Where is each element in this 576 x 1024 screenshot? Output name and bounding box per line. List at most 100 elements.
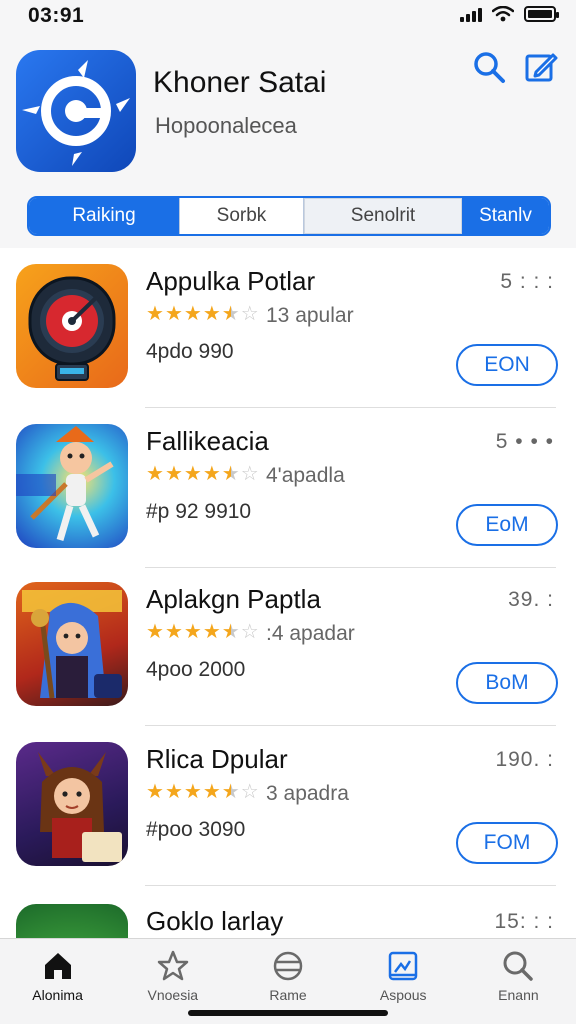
- signal-icon: [460, 6, 482, 22]
- star-empty-icon: ☆: [240, 463, 259, 485]
- segment-senolrit[interactable]: Senolrit: [304, 198, 462, 234]
- app-thumbnail: [16, 904, 128, 938]
- app-title: Fallikeacia: [146, 426, 269, 456]
- divider: [145, 885, 556, 886]
- app-thumbnail: [16, 424, 128, 548]
- app-price: #poo 3090: [146, 818, 246, 841]
- star-rating: ★ ★ ★ ★ ★ ☆: [146, 622, 259, 642]
- star-icon: ★: [183, 781, 202, 803]
- page-title: Khoner Satai: [153, 66, 327, 99]
- app-logo: [16, 50, 136, 172]
- app-title: Appulka Potlar: [146, 266, 316, 296]
- home-indicator[interactable]: [188, 1010, 388, 1016]
- star-icon: [157, 950, 189, 981]
- character-icon: [38, 752, 122, 862]
- character-icon: [22, 590, 122, 699]
- app-meta: 15: : :: [494, 910, 554, 933]
- home-icon: [44, 953, 71, 979]
- app-meta: 190. :: [495, 748, 554, 771]
- star-half-icon: ★: [221, 303, 240, 325]
- app-price: 4poo 2000: [146, 658, 246, 681]
- star-icon: ★: [146, 463, 164, 485]
- app-title: Aplakgn Paptla: [146, 584, 321, 614]
- star-rating: ★ ★ ★ ★ ★ ☆: [146, 782, 259, 802]
- app-meta: 39. :: [508, 588, 554, 611]
- app-thumbnail: [16, 264, 128, 388]
- list-item[interactable]: Appulka Potlar 5 : : : ★ ★ ★ ★ ★ ☆ 13 ap…: [0, 248, 576, 408]
- star-icon: ★: [164, 303, 183, 325]
- star-icon: ★: [202, 303, 221, 325]
- star-icon: ★: [146, 303, 164, 325]
- rating-count: 3 apadra: [266, 782, 349, 805]
- status-bar: 03:91: [0, 0, 576, 36]
- app-title: Goklo larlay: [146, 906, 284, 936]
- app-price: 4pdo 990: [146, 340, 234, 363]
- segmented-control: Raiking Sorbk Senolrit Stanlv: [27, 196, 551, 236]
- rating-count: 13 apular: [266, 304, 354, 327]
- search-icon: [503, 951, 534, 981]
- star-icon: ★: [183, 463, 202, 485]
- rating-count: :4 apadar: [266, 622, 355, 645]
- tab-label: Aspous: [379, 987, 427, 1003]
- app-list: Appulka Potlar 5 : : : ★ ★ ★ ★ ★ ☆ 13 ap…: [0, 248, 576, 938]
- tab-bar: Alonima Vnoesia Rame Aspous Enann: [0, 938, 576, 1024]
- get-button[interactable]: FOM: [456, 822, 558, 864]
- apps-icon: [388, 951, 418, 981]
- gauge-icon: [28, 276, 116, 381]
- tab-enann[interactable]: Enann: [461, 939, 576, 1024]
- page-subtitle: Hopoonalecea: [155, 113, 297, 138]
- header: Khoner Satai Hopoonalecea Raiking Sorbk …: [0, 36, 576, 248]
- tab-alonima[interactable]: Alonima: [0, 939, 115, 1024]
- segment-sorbk[interactable]: Sorbk: [180, 198, 304, 234]
- battery-icon: [524, 6, 559, 22]
- star-half-icon: ★: [221, 463, 240, 485]
- star-icon: ★: [164, 781, 183, 803]
- star-icon: ★: [183, 303, 202, 325]
- star-icon: ★: [183, 621, 202, 643]
- star-empty-icon: ☆: [240, 781, 259, 803]
- get-button[interactable]: EON: [456, 344, 558, 386]
- list-item[interactable]: Goklo larlay 15: : :: [0, 888, 576, 938]
- segment-raiking[interactable]: Raiking: [29, 198, 180, 234]
- segment-stanlv[interactable]: Stanlv: [462, 198, 549, 234]
- app-meta: 5 : : :: [500, 270, 554, 293]
- star-icon: ★: [202, 463, 221, 485]
- app-title: Rlica Dpular: [146, 744, 288, 774]
- star-icon: ★: [146, 781, 164, 803]
- app-logo-icon: [22, 60, 130, 166]
- layers-icon: [273, 951, 303, 981]
- rating-count: 4'apadla: [266, 464, 345, 487]
- search-button[interactable]: [472, 50, 506, 84]
- app-price: #p 92 9910: [146, 500, 252, 523]
- app-thumbnail: [16, 742, 128, 866]
- star-icon: ★: [164, 621, 183, 643]
- star-rating: ★ ★ ★ ★ ★ ☆: [146, 464, 259, 484]
- app-thumbnail: [16, 582, 128, 706]
- star-icon: ★: [164, 463, 183, 485]
- star-icon: ★: [146, 621, 164, 643]
- star-empty-icon: ☆: [240, 621, 259, 643]
- status-icons: [460, 6, 559, 22]
- get-button[interactable]: EoM: [456, 504, 558, 546]
- list-item[interactable]: Rlica Dpular 190. : ★ ★ ★ ★ ★ ☆ 3 apadra…: [0, 726, 576, 886]
- star-half-icon: ★: [221, 781, 240, 803]
- compose-icon: [525, 53, 558, 82]
- compose-button[interactable]: [524, 50, 558, 84]
- star-rating: ★ ★ ★ ★ ★ ☆: [146, 304, 259, 324]
- tab-label: Rame: [269, 987, 307, 1003]
- search-icon: [474, 52, 505, 83]
- app-meta: 5 • • •: [495, 430, 554, 453]
- status-time: 03:91: [28, 4, 85, 27]
- get-button[interactable]: BoM: [456, 662, 558, 704]
- tab-label: Alonima: [32, 987, 83, 1003]
- star-icon: ★: [202, 621, 221, 643]
- wifi-icon: [492, 6, 514, 22]
- tab-label: Enann: [498, 987, 539, 1003]
- list-item[interactable]: Fallikeacia 5 • • • ★ ★ ★ ★ ★ ☆ 4'apadla…: [0, 408, 576, 568]
- list-item[interactable]: Aplakgn Paptla 39. : ★ ★ ★ ★ ★ ☆ :4 apad…: [0, 566, 576, 726]
- character-icon: [16, 426, 114, 541]
- star-icon: ★: [202, 781, 221, 803]
- tab-label: Vnoesia: [147, 987, 199, 1003]
- star-empty-icon: ☆: [240, 303, 259, 325]
- star-half-icon: ★: [221, 621, 240, 643]
